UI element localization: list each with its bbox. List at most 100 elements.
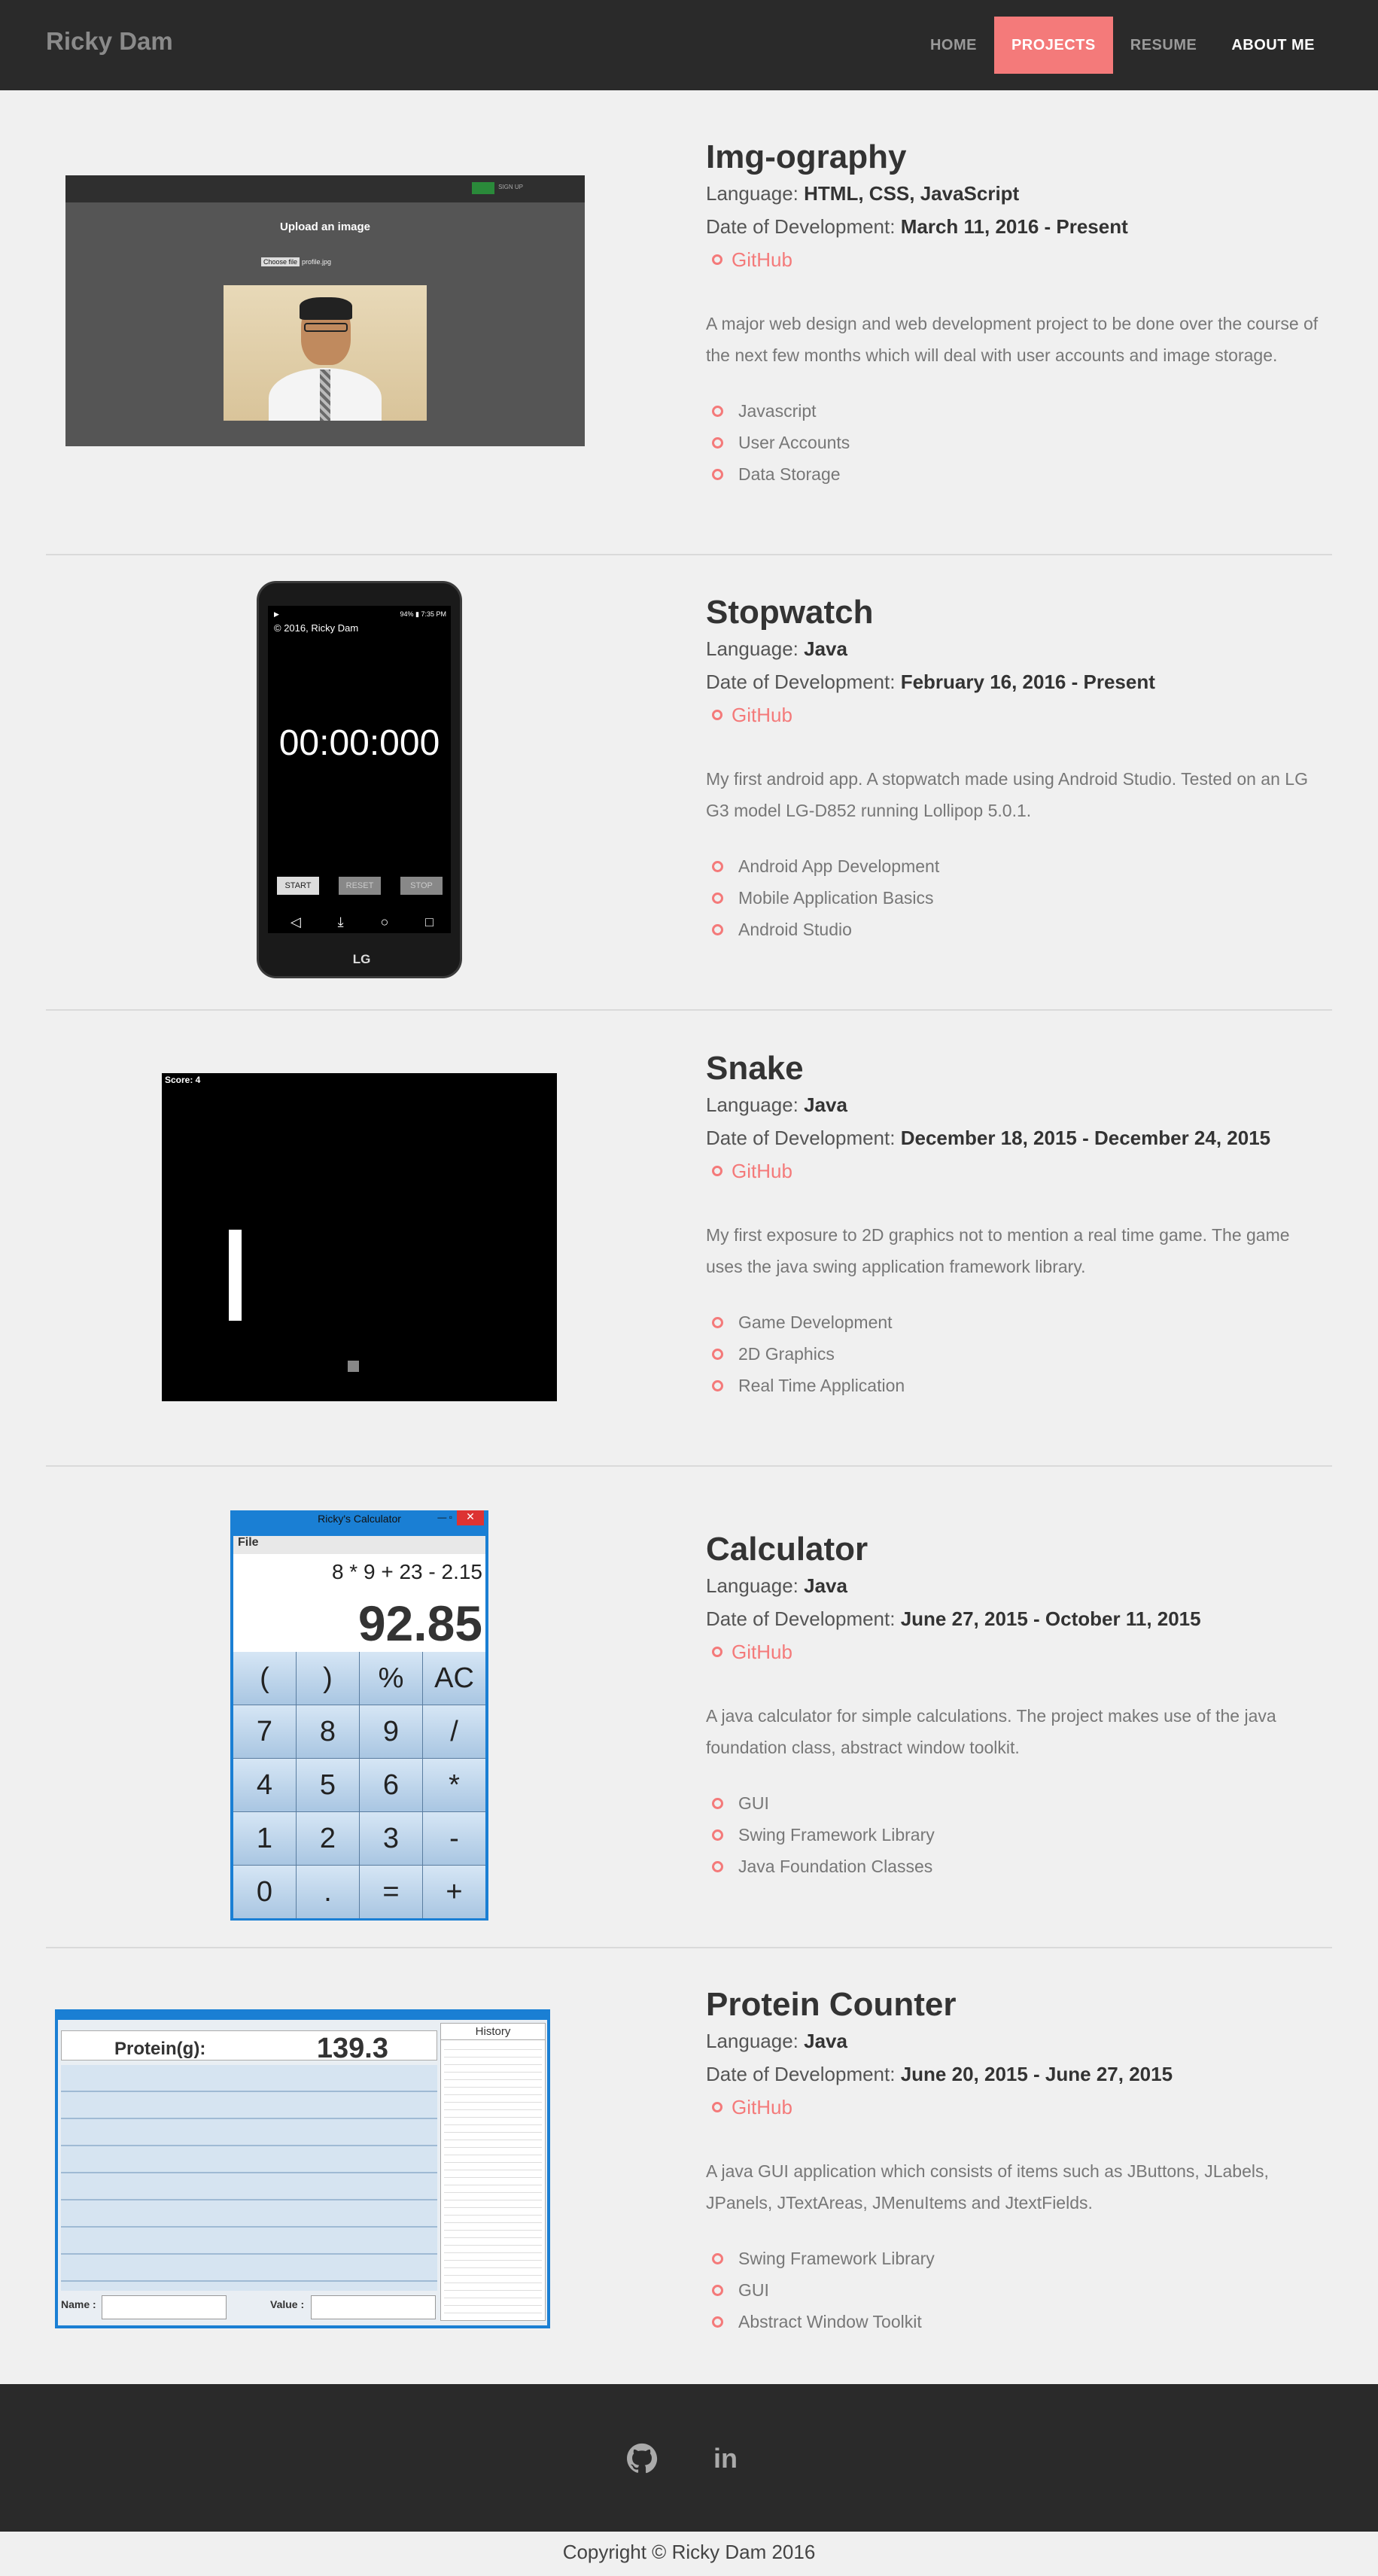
portrait-photo <box>224 285 427 421</box>
calc-key: 3 <box>360 1812 422 1865</box>
calc-key: * <box>423 1759 485 1811</box>
calculator-screenshot: Ricky's Calculator — ▫ ✕ File 8 * 9 + 23… <box>230 1510 488 1921</box>
protein-history-panel: History <box>440 2023 546 2321</box>
list-item: GUI <box>706 1787 1323 1819</box>
calc-key: 4 <box>233 1759 296 1811</box>
nav-resume[interactable]: RESUME <box>1113 17 1215 74</box>
project-language: Language: Java <box>706 1574 847 1597</box>
imgography-header-bar: SIGN UP <box>65 175 585 202</box>
start-button: START <box>277 877 319 895</box>
nav-about-me[interactable]: ABOUT ME <box>1214 17 1332 74</box>
feature-list: Android App Development Mobile Applicati… <box>706 850 1323 945</box>
project-language: Language: HTML, CSS, JavaScript <box>706 182 1020 205</box>
project-date: Date of Development: December 18, 2015 -… <box>706 1127 1271 1149</box>
calc-key: 6 <box>360 1759 422 1811</box>
list-item: Swing Framework Library <box>706 1819 1323 1851</box>
github-link[interactable]: GitHub <box>706 243 1323 276</box>
protein-label: Protein(g): <box>114 2039 206 2059</box>
calc-key: ( <box>233 1652 296 1705</box>
phone-screen: ▶ 94% ▮ 7:35 PM © 2016, Ricky Dam 00:00:… <box>268 606 451 933</box>
calculator-result: 92.85 <box>357 1595 482 1651</box>
list-item: Swing Framework Library <box>706 2243 1323 2274</box>
calc-key: - <box>423 1812 485 1865</box>
reset-button: RESET <box>339 877 381 895</box>
nav-projects[interactable]: PROJECTS <box>993 17 1113 74</box>
calc-key: . <box>297 1866 359 1918</box>
calculator-file-menu: File <box>233 1536 485 1554</box>
brand-name[interactable]: Ricky Dam <box>46 27 173 56</box>
calc-key: 9 <box>360 1705 422 1758</box>
stopwatch-phone-screenshot: ▶ 94% ▮ 7:35 PM © 2016, Ricky Dam 00:00:… <box>257 581 462 978</box>
github-link[interactable]: GitHub <box>706 2091 1323 2124</box>
project-date: Date of Development: February 16, 2016 -… <box>706 671 1155 693</box>
project-title: Protein Counter <box>706 1986 957 2023</box>
list-item: Real Time Application <box>706 1370 1323 1401</box>
calculator-keypad: ( ) % AC 7 8 9 / 4 5 6 * 1 2 3 - 0 . = + <box>233 1652 485 1918</box>
snake-score: Score: 4 <box>165 1075 201 1085</box>
project-date: Date of Development: March 11, 2016 - Pr… <box>706 215 1128 238</box>
project-date: Date of Development: June 27, 2015 - Oct… <box>706 1607 1201 1630</box>
project-date: Date of Development: June 20, 2015 - Jun… <box>706 2063 1173 2085</box>
list-item: 2D Graphics <box>706 1338 1323 1370</box>
feature-list: Swing Framework Library GUI Abstract Win… <box>706 2243 1323 2337</box>
list-item: Game Development <box>706 1306 1323 1338</box>
snake-food <box>348 1361 359 1372</box>
history-heading: History <box>441 2024 545 2040</box>
project-info-snake: Snake Language: Java Date of Development… <box>706 1049 1323 1401</box>
github-icon[interactable] <box>626 2443 658 2474</box>
copyright: Copyright © Ricky Dam 2016 <box>562 2541 816 2563</box>
value-label: Value : <box>270 2298 305 2310</box>
github-icon <box>712 710 722 720</box>
close-icon: ✕ <box>457 1510 484 1525</box>
protein-food-grid <box>61 2065 437 2291</box>
linkedin-icon[interactable]: in <box>710 2443 741 2474</box>
project-description: My first exposure to 2D graphics not to … <box>706 1225 1290 1276</box>
project-info-protein-counter: Protein Counter Language: Java Date of D… <box>706 1985 1323 2337</box>
calc-key: 1 <box>233 1812 296 1865</box>
calculator-display: 8 * 9 + 23 - 2.15 92.85 <box>233 1554 485 1652</box>
calc-key: + <box>423 1866 485 1918</box>
calc-key: 2 <box>297 1812 359 1865</box>
nav-home[interactable]: HOME <box>913 17 994 74</box>
list-item: Android Studio <box>706 914 1323 945</box>
calc-key: 5 <box>297 1759 359 1811</box>
protein-window: Protein(g): 139.3 History Name : Value : <box>58 2020 547 2325</box>
list-item: Java Foundation Classes <box>706 1851 1323 1882</box>
project-title: Img-ography <box>706 138 907 175</box>
project-description: My first android app. A stopwatch made u… <box>706 769 1308 820</box>
github-link[interactable]: GitHub <box>706 1635 1323 1668</box>
imgography-upload-heading: Upload an image <box>279 220 371 233</box>
imgography-screenshot: SIGN UP Upload an image Choose file profi… <box>65 175 585 446</box>
project-language: Language: Java <box>706 637 847 660</box>
list-item: Android App Development <box>706 850 1323 882</box>
calc-key: AC <box>423 1652 485 1705</box>
stop-button: STOP <box>400 877 443 895</box>
project-title: Snake <box>706 1050 804 1087</box>
list-item: Data Storage <box>706 458 1323 490</box>
project-language: Language: Java <box>706 1093 847 1116</box>
calc-key: % <box>360 1652 422 1705</box>
divider <box>46 1465 1332 1467</box>
github-link[interactable]: GitHub <box>706 698 1323 731</box>
github-link[interactable]: GitHub <box>706 1154 1323 1188</box>
divider <box>46 554 1332 555</box>
divider <box>46 1009 1332 1011</box>
calc-key: ) <box>297 1652 359 1705</box>
github-icon <box>712 1647 722 1657</box>
project-title: Stopwatch <box>706 594 874 631</box>
project-language: Language: Java <box>706 2030 847 2052</box>
snake-body <box>229 1230 242 1321</box>
project-description: A java calculator for simple calculation… <box>706 1706 1276 1757</box>
name-label: Name : <box>61 2298 96 2310</box>
feature-list: Game Development 2D Graphics Real Time A… <box>706 1306 1323 1401</box>
calc-key: 0 <box>233 1866 296 1918</box>
protein-counter-screenshot: Protein(g): 139.3 History Name : Value : <box>55 2009 550 2328</box>
calc-key: = <box>360 1866 422 1918</box>
lg-logo: LG <box>352 952 371 966</box>
footer: in <box>0 2384 1378 2532</box>
list-item: GUI <box>706 2274 1323 2306</box>
feature-list: GUI Swing Framework Library Java Foundat… <box>706 1787 1323 1882</box>
snake-game-screenshot: Score: 4 <box>162 1073 557 1401</box>
project-info-imgography: Img-ography Language: HTML, CSS, JavaScr… <box>706 138 1323 490</box>
github-icon <box>712 254 722 265</box>
